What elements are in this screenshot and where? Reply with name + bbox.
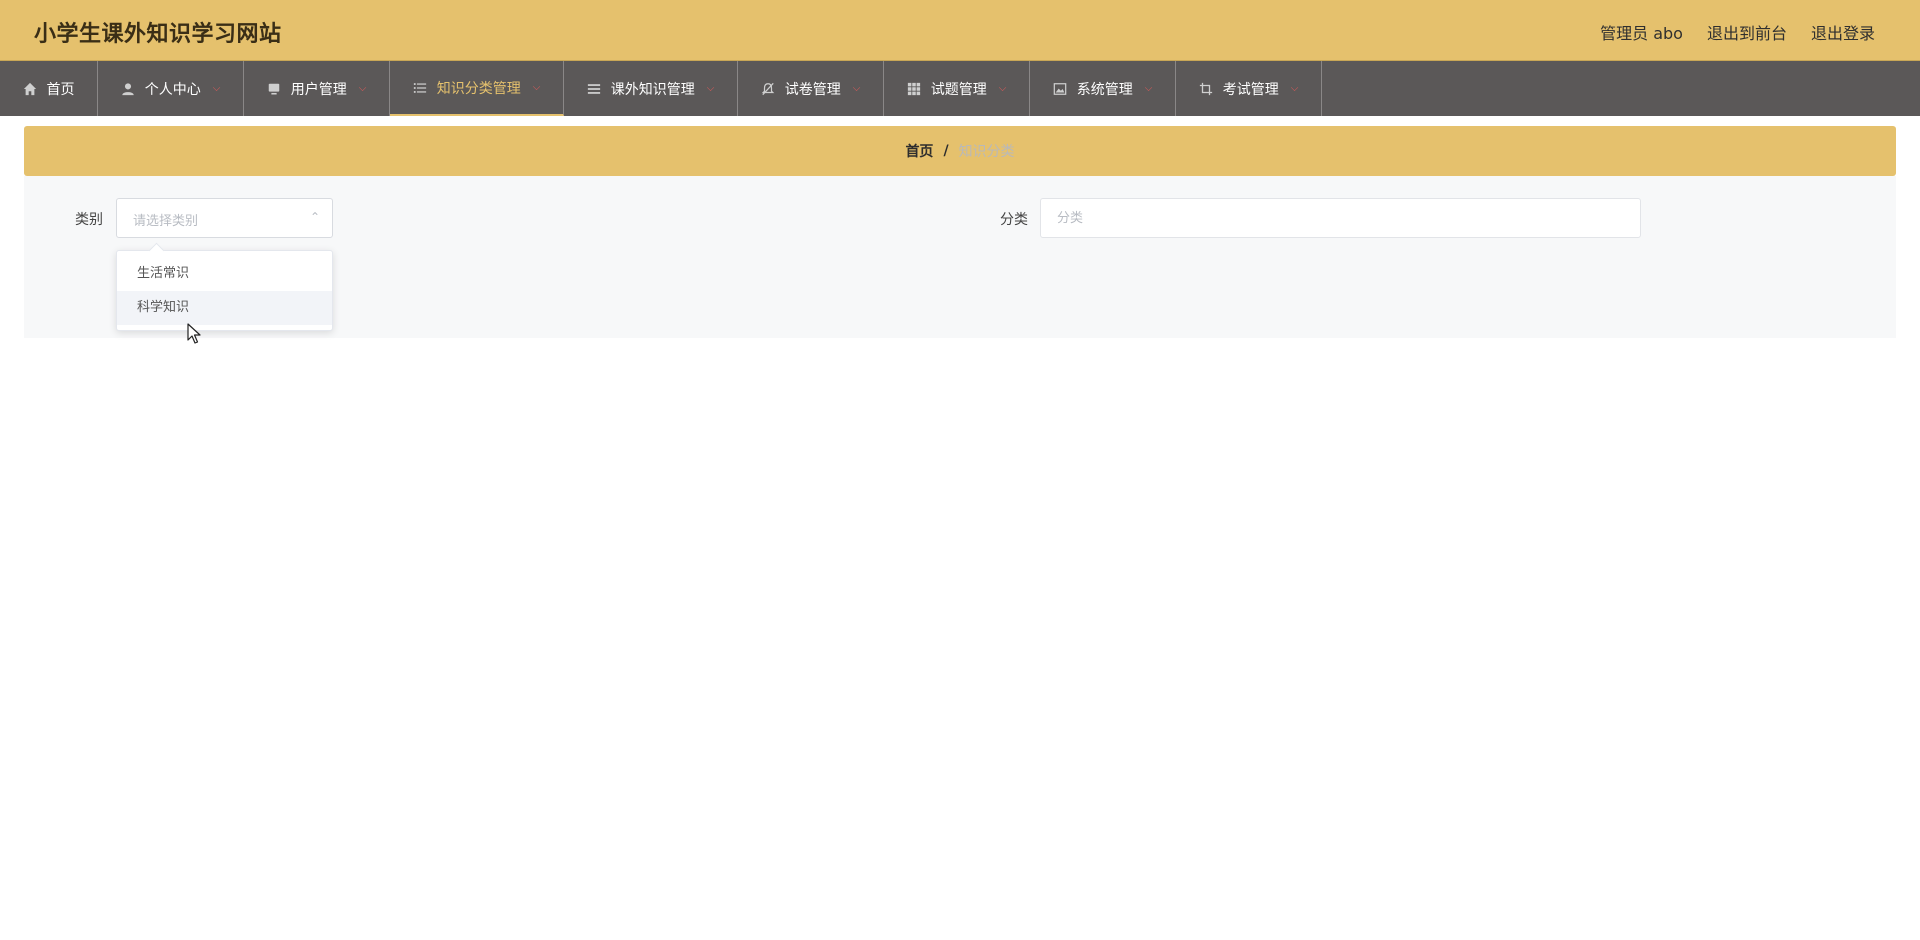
bell-off-icon <box>761 82 775 96</box>
nav-item-label: 系统管理 <box>1076 81 1133 98</box>
picture-icon <box>1053 82 1067 96</box>
chevron-down-icon: ⌵ <box>852 83 861 94</box>
nav-item-label: 试卷管理 <box>784 81 841 98</box>
nav-item-question-management[interactable]: 试题管理 ⌵ <box>884 61 1030 116</box>
nav-item-exam-management[interactable]: 考试管理 ⌵ <box>1176 61 1322 116</box>
breadcrumb-home[interactable]: 首页 <box>905 141 933 161</box>
list-icon <box>413 81 427 95</box>
classify-label: 分类 <box>1000 212 1028 228</box>
header-links: 管理员 abo 退出到前台 退出登录 <box>1600 20 1875 44</box>
category-dropdown: 生活常识 科学知识 <box>116 250 333 331</box>
dropdown-option[interactable]: 生活常识 <box>117 257 332 291</box>
chevron-up-icon: ⌃ <box>309 210 320 224</box>
user-icon <box>121 82 135 96</box>
nav-item-extracurricular-knowledge[interactable]: 课外知识管理 ⌵ <box>564 61 738 116</box>
nav-item-label: 课外知识管理 <box>610 81 695 98</box>
main-nav: 首页 个人中心 ⌵ 用户管理 ⌵ 知识分类管理 ⌵ 课外知识管理 ⌵ 试卷管理 <box>0 61 1920 116</box>
nav-item-label: 考试管理 <box>1222 81 1279 98</box>
nav-item-user-management[interactable]: 用户管理 ⌵ <box>244 61 390 116</box>
logout-link[interactable]: 退出登录 <box>1811 20 1875 44</box>
nav-item-label: 个人中心 <box>144 81 201 98</box>
nav-item-label: 试题管理 <box>930 81 987 98</box>
nav-item-label: 知识分类管理 <box>436 80 521 97</box>
nav-item-knowledge-category[interactable]: 知识分类管理 ⌵ <box>390 61 564 116</box>
chevron-down-icon: ⌵ <box>532 82 541 93</box>
admin-user-label: 管理员 abo <box>1600 24 1683 43</box>
chevron-down-icon: ⌵ <box>998 83 1007 94</box>
dropdown-option[interactable]: 科学知识 <box>117 291 332 325</box>
chevron-down-icon: ⌵ <box>1144 83 1153 94</box>
category-select-placeholder: 请选择类别 <box>133 214 199 229</box>
mouse-cursor-icon <box>187 323 201 344</box>
breadcrumb: 首页 / 知识分类 <box>24 126 1896 176</box>
breadcrumb-separator: / <box>943 143 949 159</box>
monitor-icon <box>267 82 281 96</box>
chevron-down-icon: ⌵ <box>358 83 367 94</box>
category-select[interactable]: 请选择类别 ⌃ <box>116 198 333 238</box>
chevron-down-icon: ⌵ <box>1290 83 1299 94</box>
grid-icon <box>907 82 921 96</box>
nav-item-personal-center[interactable]: 个人中心 ⌵ <box>98 61 244 116</box>
menu-lines-icon <box>587 82 601 96</box>
category-label: 类别 <box>75 212 103 228</box>
site-title: 小学生课外知识学习网站 <box>34 22 282 47</box>
nav-item-label: 用户管理 <box>290 81 347 98</box>
nav-item-home[interactable]: 首页 <box>0 61 98 116</box>
top-header: 小学生课外知识学习网站 管理员 abo 退出到前台 退出登录 <box>0 0 1920 61</box>
nav-item-label: 首页 <box>46 81 75 98</box>
breadcrumb-current: 知识分类 <box>958 144 1015 160</box>
crop-icon <box>1199 82 1213 96</box>
classify-input[interactable] <box>1040 198 1641 238</box>
nav-item-system-management[interactable]: 系统管理 ⌵ <box>1030 61 1176 116</box>
home-icon <box>23 82 37 96</box>
chevron-down-icon: ⌵ <box>212 83 221 94</box>
exit-to-front-link[interactable]: 退出到前台 <box>1707 20 1787 44</box>
nav-item-paper-management[interactable]: 试卷管理 ⌵ <box>738 61 884 116</box>
chevron-down-icon: ⌵ <box>706 83 715 94</box>
